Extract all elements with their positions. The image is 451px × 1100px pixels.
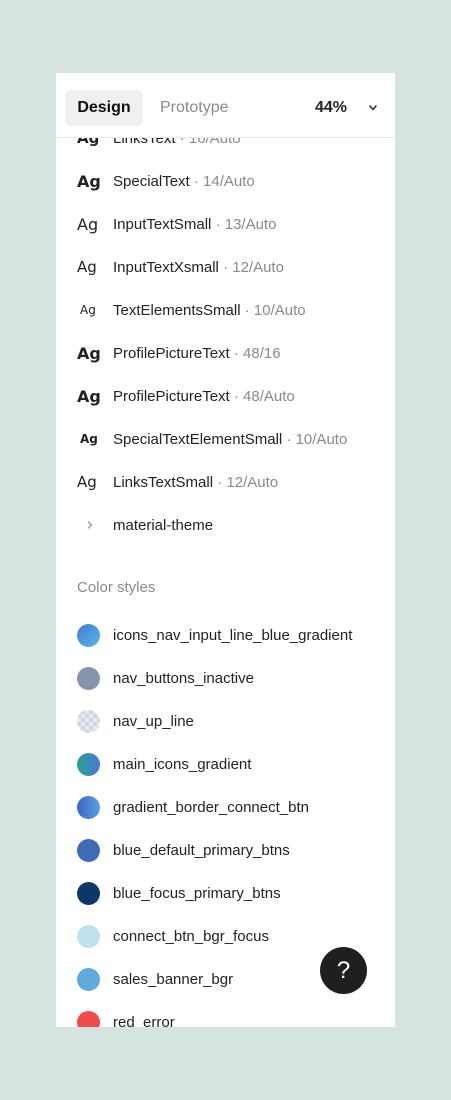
color-swatch <box>77 1011 100 1027</box>
color-style-row[interactable]: blue_focus_primary_btns <box>56 872 395 915</box>
color-style-name: icons_nav_input_line_blue_gradient <box>113 627 353 644</box>
color-swatch <box>77 710 100 733</box>
chevron-right-icon[interactable] <box>86 520 94 530</box>
text-style-meta: · 14/Auto <box>193 173 255 190</box>
text-style-preview-icon: Ag <box>77 172 101 191</box>
color-swatch <box>77 753 100 776</box>
text-style-label: InputTextSmall · 13/Auto <box>113 203 276 246</box>
text-style-meta: · 16/Auto <box>179 138 241 147</box>
text-style-meta: · 12/Auto <box>217 474 279 491</box>
text-style-row[interactable]: Ag SpecialText · 14/Auto <box>56 160 395 203</box>
color-style-row[interactable]: red_error <box>56 1001 395 1027</box>
text-style-label: LinksText · 16/Auto <box>113 138 241 160</box>
color-styles-heading: Color styles <box>77 579 156 596</box>
text-style-label: ProfilePictureText · 48/Auto <box>113 375 295 418</box>
design-panel: Design Prototype 44% Ag LinksText · 16/A… <box>56 73 395 1027</box>
text-style-label: ProfilePictureText · 48/16 <box>113 332 281 375</box>
color-style-name: sales_banner_bgr <box>113 971 234 988</box>
text-style-preview-icon: Ag <box>77 215 99 234</box>
panel-header: Design Prototype 44% <box>56 73 395 138</box>
color-style-name: main_icons_gradient <box>113 756 252 773</box>
color-style-row[interactable]: nav_up_line <box>56 700 395 743</box>
chevron-down-icon[interactable] <box>368 104 378 112</box>
color-swatch <box>77 624 100 647</box>
text-style-meta: · 12/Auto <box>223 259 284 276</box>
text-style-name: SpecialTextElementSmall <box>113 431 283 448</box>
color-style-row[interactable]: blue_default_primary_btns <box>56 829 395 872</box>
text-style-meta: · 10/Auto <box>244 302 306 319</box>
text-style-label: TextElementsSmall · 10/Auto <box>113 289 306 332</box>
color-style-name: nav_buttons_inactive <box>113 670 254 687</box>
text-style-row[interactable]: Ag LinksText · 16/Auto <box>56 138 395 160</box>
help-button[interactable]: ? <box>320 947 367 994</box>
color-style-row[interactable]: gradient_border_connect_btn <box>56 786 395 829</box>
text-style-label: InputTextXsmall · 12/Auto <box>113 246 284 289</box>
text-style-preview-icon: Ag <box>77 344 101 363</box>
text-style-preview-icon: Ag <box>77 258 97 276</box>
color-style-name: nav_up_line <box>113 713 194 730</box>
text-style-meta: · 10/Auto <box>286 431 348 448</box>
color-swatch <box>77 968 100 991</box>
text-style-row[interactable]: Ag ProfilePictureText · 48/16 <box>56 332 395 375</box>
group-label: material-theme <box>113 517 214 534</box>
color-style-name: blue_focus_primary_btns <box>113 885 281 902</box>
text-style-row[interactable]: Ag InputTextSmall · 13/Auto <box>56 203 395 246</box>
text-style-label: SpecialTextElementSmall · 10/Auto <box>113 418 347 461</box>
text-style-row[interactable]: Ag TextElementsSmall · 10/Auto <box>56 289 395 332</box>
text-style-name: InputTextSmall <box>113 216 212 233</box>
text-style-name: LinksText <box>113 138 176 147</box>
color-style-row[interactable]: nav_buttons_inactive <box>56 657 395 700</box>
color-style-name: blue_default_primary_btns <box>113 842 290 859</box>
color-style-row[interactable]: main_icons_gradient <box>56 743 395 786</box>
text-style-name: TextElementsSmall <box>113 302 241 319</box>
color-swatch <box>77 796 100 819</box>
text-style-preview-icon: Ag <box>77 387 101 406</box>
style-group-material-theme[interactable]: material-theme <box>56 504 395 547</box>
text-style-meta: · 48/Auto <box>233 388 295 405</box>
text-style-name: LinksTextSmall <box>113 474 214 491</box>
text-style-meta: · 13/Auto <box>215 216 277 233</box>
tab-design[interactable]: Design <box>65 90 143 126</box>
zoom-level[interactable]: 44% <box>315 90 347 126</box>
text-style-preview-icon: Ag <box>77 473 97 491</box>
text-style-row[interactable]: Ag ProfilePictureText · 48/Auto <box>56 375 395 418</box>
color-style-name: connect_btn_bgr_focus <box>113 928 269 945</box>
text-style-preview-icon: Ag <box>77 138 100 147</box>
color-style-name: red_error <box>113 1014 175 1027</box>
color-style-row[interactable]: icons_nav_input_line_blue_gradient <box>56 614 395 657</box>
tab-prototype[interactable]: Prototype <box>148 90 240 126</box>
color-swatch <box>77 839 100 862</box>
color-swatch <box>77 667 100 690</box>
text-style-label: SpecialText · 14/Auto <box>113 160 255 203</box>
color-swatch <box>77 882 100 905</box>
text-style-row[interactable]: Ag SpecialTextElementSmall · 10/Auto <box>56 418 395 461</box>
text-style-row[interactable]: Ag InputTextXsmall · 12/Auto <box>56 246 395 289</box>
text-style-row[interactable]: Ag LinksTextSmall · 12/Auto <box>56 461 395 504</box>
text-style-preview-icon: Ag <box>80 432 98 446</box>
text-style-preview-icon: Ag <box>80 303 96 317</box>
styles-list[interactable]: Ag LinksText · 16/Auto Ag SpecialText · … <box>56 138 395 1027</box>
text-style-name: ProfilePictureText <box>113 388 230 405</box>
color-style-name: gradient_border_connect_btn <box>113 799 309 816</box>
text-style-meta: · 48/16 <box>233 345 281 362</box>
color-swatch <box>77 925 100 948</box>
text-style-name: ProfilePictureText <box>113 345 230 362</box>
text-style-name: SpecialText <box>113 173 190 190</box>
text-style-name: InputTextXsmall <box>113 259 219 276</box>
text-style-label: LinksTextSmall · 12/Auto <box>113 461 278 504</box>
